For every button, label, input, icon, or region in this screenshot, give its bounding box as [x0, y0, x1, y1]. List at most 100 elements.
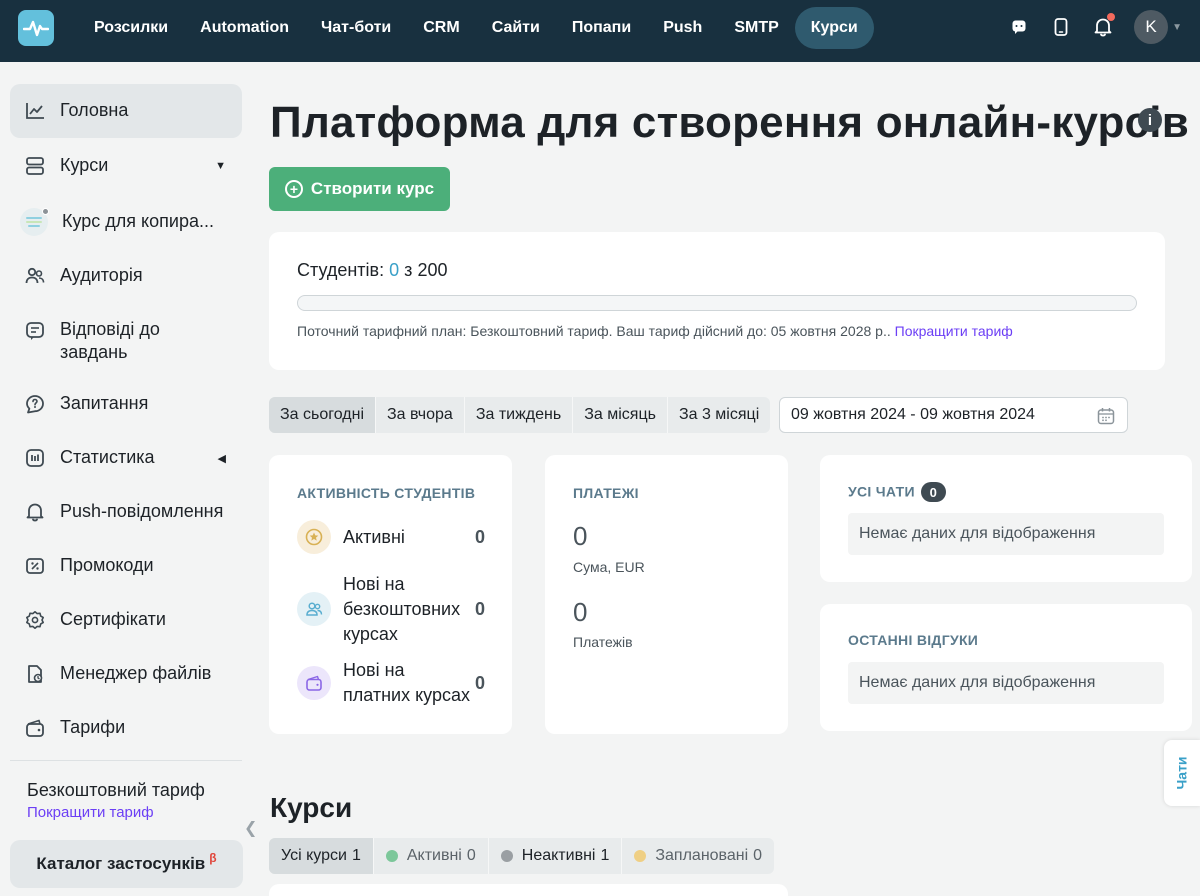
app-catalog-button[interactable]: Каталог застосунків β [10, 840, 243, 888]
status-dot [42, 208, 49, 215]
filter-3-months[interactable]: За 3 місяці [668, 397, 770, 433]
collapse-sidebar-icon[interactable]: ❮ [244, 818, 257, 838]
create-course-button[interactable]: + Створити курс [269, 167, 450, 211]
sidebar-item-label: Тарифи [60, 717, 126, 738]
sidebar-item-answers[interactable]: Відповіді до завдань [10, 306, 242, 376]
activity-value: 0 [474, 672, 485, 693]
beta-badge: β [209, 851, 217, 865]
app-catalog-label: Каталог застосунків [36, 854, 206, 873]
sidebar-item-courses[interactable]: Курси ▼ [10, 140, 242, 192]
info-icon[interactable]: i [1138, 108, 1162, 132]
students-current: 0 [389, 260, 400, 280]
main-nav: Розсилки Automation Чат-боти CRM Сайти П… [78, 6, 874, 50]
bell-icon[interactable] [1086, 10, 1120, 44]
course-thumbnail [20, 208, 49, 236]
card-title: ОСТАННІ ВІДГУКИ [848, 632, 979, 648]
status-dot [385, 850, 398, 862]
empty-state: Немає даних для відображення [848, 662, 1164, 704]
nav-item-sites[interactable]: Сайти [476, 7, 556, 49]
nav-item-automation[interactable]: Automation [184, 7, 305, 49]
upgrade-plan-link[interactable]: Покращити тариф [895, 323, 1013, 339]
current-plan-name: Безкоштовний тариф [27, 780, 205, 800]
card-title: УСІ ЧАТИ 0 [848, 482, 946, 503]
chevron-down-icon[interactable]: ▼ [1172, 22, 1182, 33]
student-activity-card: АКТИВНІСТЬ СТУДЕНТІВ Активні 0 Нові на б… [269, 455, 512, 734]
users-icon [297, 592, 331, 626]
sidebar-item-promocodes[interactable]: Промокоди [10, 540, 242, 592]
sidebar-item-audience[interactable]: Аудиторія [10, 250, 242, 302]
sidebar-item-label: Промокоди [60, 555, 154, 576]
sidebar-item-certificates[interactable]: Сертифікати [10, 594, 242, 646]
top-actions: K ▼ [994, 10, 1182, 44]
all-chats-card: УСІ ЧАТИ 0 Немає даних для відображення [820, 455, 1192, 582]
nav-item-chatbots[interactable]: Чат-боти [305, 7, 407, 49]
upgrade-plan-link[interactable]: Покращити тариф [27, 804, 154, 821]
users-icon [24, 265, 46, 287]
courses-icon [24, 155, 46, 177]
caret-left-icon[interactable]: ◀ [218, 452, 226, 465]
calendar-icon[interactable] [1097, 407, 1115, 430]
course-status-tabs: Усі курси 1 Активні 0 Неактивні 1 Запланова… [269, 838, 775, 874]
tab-active-courses[interactable]: Активні 0 [374, 838, 489, 874]
sidebar-item-label: Запитання [60, 393, 149, 414]
star-badge-icon [297, 520, 331, 554]
chats-side-tab[interactable]: Чати [1164, 740, 1200, 806]
nav-item-popups[interactable]: Попапи [556, 7, 647, 49]
sidebar-item-course-copy[interactable]: Курс для копира... [10, 196, 242, 248]
latest-reviews-card: ОСТАННІ ВІДГУКИ Немає даних для відображ… [820, 604, 1192, 731]
sidebar-item-push[interactable]: Push-повідомлення [10, 486, 242, 538]
wallet-icon [24, 717, 46, 739]
filter-yesterday[interactable]: За вчора [376, 397, 465, 433]
course-card[interactable] [269, 884, 788, 896]
date-range-value: 09 жовтня 2024 - 09 жовтня 2024 [791, 406, 1035, 423]
create-course-label: Створити курс [310, 179, 435, 198]
sidebar-item-label: Головна [60, 100, 129, 121]
sidebar-item-file-manager[interactable]: Менеджер файлів [10, 648, 242, 700]
activity-value: 0 [474, 526, 485, 547]
filter-month[interactable]: За місяць [573, 397, 668, 433]
chat-icon[interactable] [1002, 10, 1036, 44]
avatar[interactable]: K [1134, 10, 1169, 44]
nav-item-courses[interactable]: Курси [794, 7, 874, 49]
tab-all-courses[interactable]: Усі курси 1 [269, 838, 374, 874]
sidebar-divider [10, 760, 242, 761]
sidebar-item-label: Push-повідомлення [60, 501, 224, 522]
sidebar-item-statistics[interactable]: Статистика ◀ [10, 432, 242, 484]
courses-section-title: Курси [270, 792, 353, 823]
activity-row-paid: Нові на платних курсах 0 [297, 657, 485, 709]
sidebar-item-questions[interactable]: Запитання [10, 378, 242, 430]
period-filters: За сьогодні За вчора За тиждень За місяц… [269, 397, 771, 433]
activity-row-active: Активні 0 [297, 519, 485, 555]
plus-circle-icon: + [284, 180, 303, 198]
top-navigation-bar: Розсилки Automation Чат-боти CRM Сайти П… [0, 0, 1200, 62]
sidebar-item-label: Аудиторія [60, 265, 143, 286]
tab-scheduled-courses[interactable]: Заплановані 0 [622, 838, 774, 874]
sidebar: Головна Курси ▼ Курс для копира... Аудит… [0, 62, 257, 896]
chats-count-badge: 0 [920, 482, 946, 502]
nav-item-mailings[interactable]: Розсилки [78, 7, 184, 49]
students-limit: 200 [417, 260, 448, 280]
caret-down-icon[interactable]: ▼ [215, 160, 226, 172]
nav-item-smtp[interactable]: SMTP [718, 7, 794, 49]
card-title: АКТИВНІСТЬ СТУДЕНТІВ [297, 485, 476, 501]
sidebar-item-label: Сертифікати [60, 609, 166, 630]
filter-week[interactable]: За тиждень [465, 397, 574, 433]
stats-icon [24, 447, 46, 469]
payments-count-label: Платежів [573, 634, 633, 650]
chats-tab-label: Чати [1174, 756, 1190, 790]
sidebar-item-home[interactable]: Головна [10, 84, 242, 138]
activity-row-free: Нові на безкоштовних курсах 0 [297, 571, 485, 647]
notification-dot [1107, 13, 1116, 21]
tab-inactive-courses[interactable]: Неактивні 1 [489, 838, 623, 874]
sidebar-item-tariffs[interactable]: Тарифи [10, 702, 242, 754]
mobile-icon[interactable] [1044, 10, 1078, 44]
sidebar-item-label: Курс для копира... [62, 211, 214, 232]
app-logo[interactable] [18, 10, 54, 46]
filter-today[interactable]: За сьогодні [269, 397, 376, 433]
sidebar-item-label: Відповіді до завдань [60, 318, 160, 362]
certificate-icon [24, 609, 46, 631]
answers-icon [24, 320, 46, 342]
date-range-input[interactable]: 09 жовтня 2024 - 09 жовтня 2024 [779, 397, 1128, 433]
nav-item-push[interactable]: Push [647, 7, 718, 49]
nav-item-crm[interactable]: CRM [407, 7, 475, 49]
